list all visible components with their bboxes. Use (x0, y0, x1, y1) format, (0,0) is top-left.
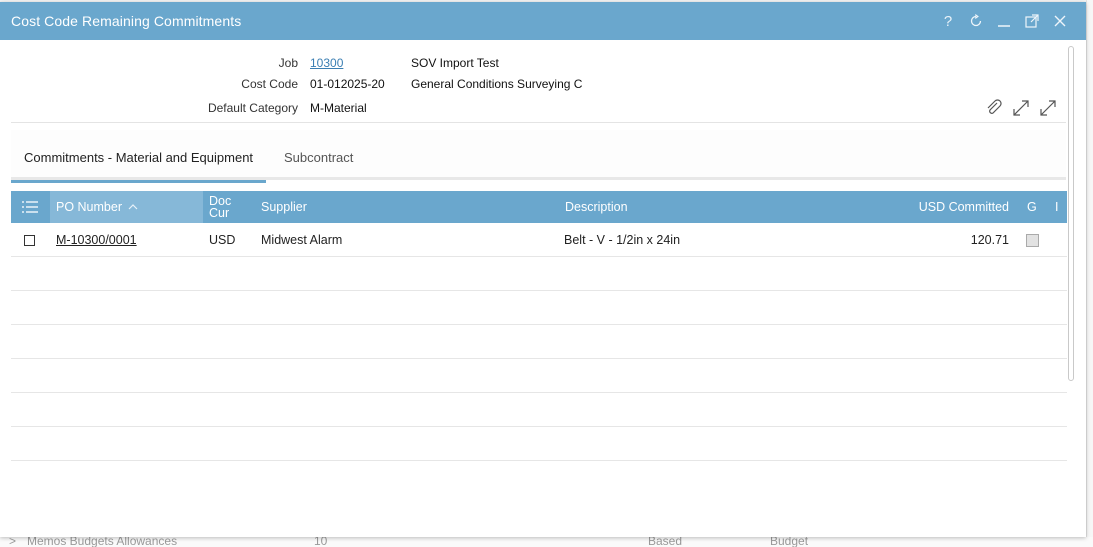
table-row-empty (11, 257, 1067, 291)
dialog-titlebar[interactable]: Cost Code Remaining Commitments ? (0, 2, 1086, 40)
background-text: Memos Budgets Allowances (27, 537, 178, 547)
dialog-title: Cost Code Remaining Commitments (11, 13, 242, 29)
table-row-empty (11, 461, 1067, 495)
cost-code-value: 01-012025-20 (310, 77, 385, 91)
background-page-bottom: > Memos Budgets Allowances 10 Based Budg… (0, 537, 1093, 547)
fullscreen-icon[interactable] (1038, 98, 1058, 118)
column-header-doc-cur[interactable]: Doc Cur (209, 191, 253, 223)
commitments-grid: PO Number Doc Cur Supplier Description U… (11, 191, 1067, 495)
table-row[interactable]: M-10300/0001 USD Midwest Alarm Belt - V … (11, 223, 1067, 257)
column-header-i[interactable]: I (1055, 191, 1063, 223)
column-header-g[interactable]: G (1027, 191, 1039, 223)
cost-code-commitments-dialog: Cost Code Remaining Commitments ? Job 10… (0, 2, 1086, 537)
attachment-icon[interactable] (984, 98, 1004, 118)
background-text: Based (648, 537, 683, 547)
po-number-link[interactable]: M-10300/0001 (56, 223, 137, 257)
vertical-scrollbar[interactable] (1068, 46, 1074, 381)
column-header-po-number[interactable]: PO Number (50, 191, 203, 223)
job-label: Job (278, 56, 298, 70)
expand-icon[interactable] (1011, 98, 1031, 118)
help-icon[interactable]: ? (934, 2, 962, 40)
column-chooser-icon[interactable] (11, 191, 49, 223)
supplier-cell: Midwest Alarm (261, 233, 343, 247)
row-select-checkbox[interactable] (24, 223, 35, 257)
job-description: SOV Import Test (411, 56, 499, 70)
column-label: PO Number (56, 200, 122, 214)
background-text: 10 (314, 537, 328, 547)
header-divider (11, 122, 1066, 123)
column-header-description[interactable]: Description (565, 191, 765, 223)
background-text: Budget (770, 537, 809, 547)
table-row-empty (11, 393, 1067, 427)
default-category-label: Default Category (207, 101, 298, 115)
column-header-supplier[interactable]: Supplier (261, 191, 461, 223)
column-label: Cur (209, 206, 230, 220)
tab-commitments-material-equipment[interactable]: Commitments - Material and Equipment (11, 130, 267, 183)
tab-bar: Commitments - Material and Equipment Sub… (11, 130, 1066, 183)
g-checkbox[interactable] (1026, 223, 1039, 257)
usd-committed-cell: 120.71 (970, 233, 1009, 247)
grid-header: PO Number Doc Cur Supplier Description U… (11, 191, 1067, 223)
sort-ascending-icon (128, 204, 138, 210)
table-row-empty (11, 427, 1067, 461)
refresh-icon[interactable] (962, 2, 990, 40)
close-icon[interactable] (1046, 2, 1074, 40)
column-header-usd-committed[interactable]: USD Committed (881, 191, 1009, 223)
cost-code-description: General Conditions Surveying C (411, 77, 583, 91)
window-controls: ? (934, 2, 1074, 40)
background-chevron-icon: > (9, 537, 17, 547)
minimize-icon[interactable] (990, 2, 1018, 40)
background-page-edge (1086, 0, 1093, 547)
description-cell: Belt - V - 1/2in x 24in (564, 233, 681, 247)
header-info: Job 10300 SOV Import Test Cost Code 01-0… (0, 40, 1086, 130)
popout-icon[interactable] (1018, 2, 1046, 40)
table-row-empty (11, 291, 1067, 325)
tab-subcontract[interactable]: Subcontract (271, 130, 366, 180)
table-row-empty (11, 359, 1067, 393)
default-category-value: M-Material (310, 101, 367, 115)
header-actions (984, 98, 1058, 118)
cost-code-label: Cost Code (241, 77, 298, 91)
table-row-empty (11, 325, 1067, 359)
job-link[interactable]: 10300 (310, 56, 343, 70)
doc-cur-cell: USD (209, 233, 236, 247)
